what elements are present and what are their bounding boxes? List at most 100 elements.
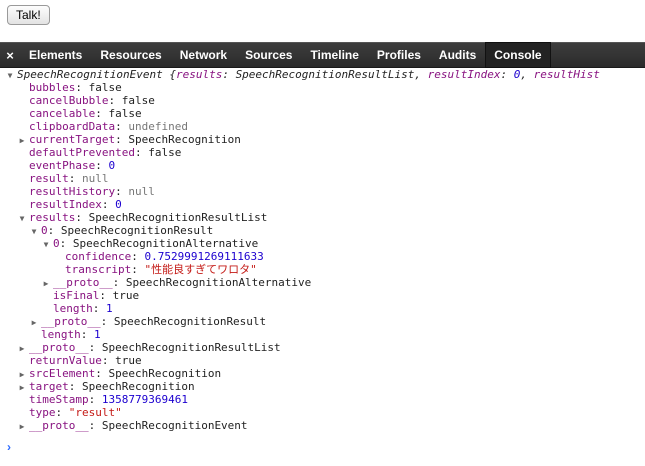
console-output[interactable]: ▼ SpeechRecognitionEvent {results: Speech… bbox=[0, 68, 645, 466]
console-token: 0.7529991269111633 bbox=[144, 250, 264, 263]
console-token: : bbox=[55, 406, 69, 419]
console-tree-line[interactable]: ▶ target: SpeechRecognition bbox=[0, 380, 645, 393]
console-token: defaultPrevented bbox=[29, 146, 135, 159]
close-icon[interactable]: × bbox=[0, 42, 20, 68]
console-line-text: defaultPrevented: false bbox=[29, 146, 181, 159]
console-token: : SpeechRecognition bbox=[95, 367, 222, 380]
console-tree-line[interactable]: ▶ __proto__: SpeechRecognitionEvent bbox=[0, 419, 645, 432]
console-token: 0 bbox=[115, 198, 122, 211]
console-token: eventPhase bbox=[29, 159, 96, 172]
tab-resources[interactable]: Resources bbox=[91, 42, 170, 68]
console-token: : SpeechRecognitionEvent bbox=[88, 419, 248, 432]
console-tree-line[interactable]: ▼ SpeechRecognitionEvent {results: Speech… bbox=[0, 68, 645, 81]
console-token: resultHist bbox=[533, 68, 600, 81]
console-tree-line[interactable]: ▶ __proto__: SpeechRecognitionAlternative bbox=[0, 276, 645, 289]
console-token: result bbox=[29, 172, 69, 185]
console-tree-line[interactable]: ▶ __proto__: SpeechRecognitionResultList bbox=[0, 341, 645, 354]
console-line-text: returnValue: true bbox=[29, 354, 142, 367]
console-token: : SpeechRecognition bbox=[115, 133, 241, 146]
console-token: 0 bbox=[41, 224, 48, 237]
console-token: : bbox=[500, 68, 514, 81]
console-token: : SpeechRecognitionResultList bbox=[75, 211, 268, 224]
console-token: resultIndex bbox=[29, 198, 102, 211]
console-token: length bbox=[41, 328, 81, 341]
console-line-text: transcript: "性能良すぎてワロタ" bbox=[65, 263, 257, 276]
console-token: 0 bbox=[108, 159, 116, 172]
console-tree-line[interactable]: ▼ 0: SpeechRecognitionResult bbox=[0, 224, 645, 237]
console-tree-line: bubbles: false bbox=[0, 81, 645, 94]
console-tree-line: transcript: "性能良すぎてワロタ" bbox=[0, 263, 645, 276]
tab-elements[interactable]: Elements bbox=[20, 42, 91, 68]
console-tree-line: timeStamp: 1358779369461 bbox=[0, 393, 645, 406]
console-line-text: resultHistory: null bbox=[29, 185, 155, 198]
console-line-text: clipboardData: undefined bbox=[29, 120, 188, 133]
tab-sources[interactable]: Sources bbox=[236, 42, 301, 68]
console-tree-line: cancelBubble: false bbox=[0, 94, 645, 107]
console-token: target bbox=[29, 380, 69, 393]
console-token: SpeechRecognitionResultList bbox=[235, 68, 415, 81]
console-token: returnValue bbox=[29, 354, 102, 367]
tab-network[interactable]: Network bbox=[171, 42, 236, 68]
console-tree-line: resultHistory: null bbox=[0, 185, 645, 198]
console-tree-line[interactable]: ▶ srcElement: SpeechRecognition bbox=[0, 367, 645, 380]
console-line-text: 0: SpeechRecognitionAlternative bbox=[53, 237, 258, 250]
console-tree-line[interactable]: ▼ results: SpeechRecognitionResultList bbox=[0, 211, 645, 224]
console-prompt-icon[interactable]: › bbox=[7, 441, 11, 454]
console-tree-line[interactable]: ▼ 0: SpeechRecognitionAlternative bbox=[0, 237, 645, 250]
console-line-text: __proto__: SpeechRecognitionResult bbox=[41, 315, 266, 328]
tab-audits[interactable]: Audits bbox=[430, 42, 485, 68]
console-tree-line: length: 1 bbox=[0, 328, 645, 341]
console-tree-line[interactable]: ▶ __proto__: SpeechRecognitionResult bbox=[0, 315, 645, 328]
console-tree-line: confidence: 0.7529991269111633 bbox=[0, 250, 645, 263]
console-token: , bbox=[520, 68, 534, 81]
console-tree-line[interactable]: ▶ currentTarget: SpeechRecognition bbox=[0, 133, 645, 146]
console-token: __proto__ bbox=[29, 419, 89, 432]
tab-console[interactable]: Console bbox=[485, 42, 551, 68]
console-token: 0 bbox=[53, 237, 60, 250]
console-token: : SpeechRecognitionAlternative bbox=[112, 276, 312, 289]
console-tree-line: result: null bbox=[0, 172, 645, 185]
console-line-text: __proto__: SpeechRecognitionResultList bbox=[29, 341, 281, 354]
console-token: : bbox=[92, 302, 106, 315]
console-tree-line: returnValue: true bbox=[0, 354, 645, 367]
console-token: timeStamp bbox=[29, 393, 89, 406]
console-line-text: cancelable: false bbox=[29, 107, 142, 120]
console-line-text: length: 1 bbox=[41, 328, 101, 341]
console-line-text: result: null bbox=[29, 172, 109, 185]
console-token: : bbox=[68, 172, 82, 185]
console-token: confidence bbox=[65, 250, 132, 263]
console-token: srcElement bbox=[29, 367, 96, 380]
console-token: : SpeechRecognitionResult bbox=[47, 224, 214, 237]
console-tree-line: eventPhase: 0 bbox=[0, 159, 645, 172]
console-line-text: eventPhase: 0 bbox=[29, 159, 115, 172]
console-token: 1 bbox=[106, 302, 113, 315]
console-line-text: __proto__: SpeechRecognitionEvent bbox=[29, 419, 248, 432]
console-token: isFinal bbox=[53, 289, 100, 302]
tab-profiles[interactable]: Profiles bbox=[368, 42, 430, 68]
console-token: 1358779369461 bbox=[101, 393, 188, 406]
console-token: : bbox=[95, 159, 109, 172]
console-token: : true bbox=[99, 289, 140, 302]
console-tree-line: length: 1 bbox=[0, 302, 645, 315]
console-token: : bbox=[131, 250, 145, 263]
console-token: transcript bbox=[65, 263, 132, 276]
console-line-text: srcElement: SpeechRecognition bbox=[29, 367, 221, 380]
console-token: : bbox=[80, 328, 94, 341]
console-tree-line: type: "result" bbox=[0, 406, 645, 419]
console-token: : SpeechRecognitionAlternative bbox=[59, 237, 259, 250]
talk-button[interactable]: Talk! bbox=[7, 5, 50, 25]
console-token: "result" bbox=[68, 406, 122, 419]
console-tree: ▼ SpeechRecognitionEvent {results: Speech… bbox=[0, 68, 645, 432]
console-token: : bbox=[88, 393, 102, 406]
disclosure-right-icon[interactable]: ▶ bbox=[18, 420, 26, 433]
console-token: undefined bbox=[128, 120, 188, 133]
console-line-text: isFinal: true bbox=[53, 289, 139, 302]
console-token: SpeechRecognitionEvent { bbox=[17, 68, 176, 81]
console-token: : false bbox=[75, 81, 122, 94]
console-token: "性能良すぎてワロタ" bbox=[144, 263, 257, 276]
console-line-text: SpeechRecognitionEvent {results: SpeechR… bbox=[17, 68, 600, 81]
tab-timeline[interactable]: Timeline bbox=[301, 42, 367, 68]
console-token: : bbox=[222, 68, 236, 81]
console-token: : bbox=[115, 185, 129, 198]
console-token: __proto__ bbox=[29, 341, 89, 354]
